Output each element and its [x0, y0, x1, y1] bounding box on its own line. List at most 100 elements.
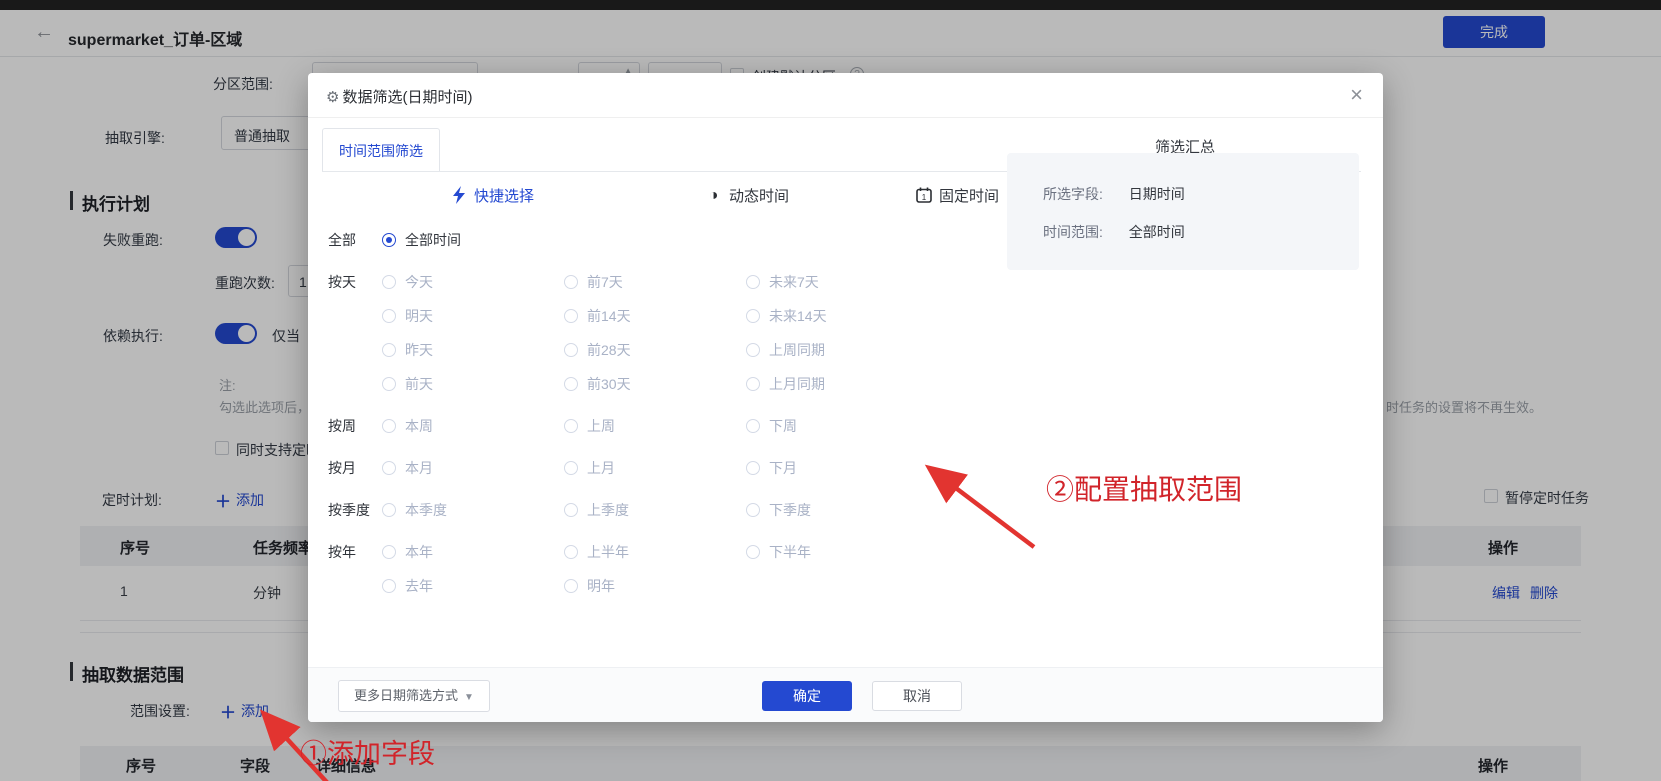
radio-option[interactable]: 去年 — [382, 576, 564, 596]
radio-icon[interactable] — [382, 233, 396, 247]
radio-option[interactable]: 上周 — [564, 416, 746, 436]
radio-option[interactable]: 本年 — [382, 542, 564, 562]
radio-icon[interactable] — [564, 579, 578, 593]
summary-field-label: 所选字段: — [1043, 186, 1103, 202]
close-icon[interactable]: × — [1350, 82, 1363, 108]
radio-option[interactable]: 昨天 — [382, 340, 564, 360]
filter-group: 按月本月 上月 下月 — [328, 451, 928, 485]
radio-option[interactable]: 今天 — [382, 272, 564, 292]
radio-option-label: 下半年 — [769, 542, 811, 562]
radio-option-label: 明年 — [587, 576, 615, 596]
radio-icon[interactable] — [746, 377, 760, 391]
radio-icon[interactable] — [746, 461, 760, 475]
mode-quick-select[interactable]: 快捷选择 — [450, 183, 534, 207]
radio-option-label: 本年 — [405, 542, 433, 562]
radio-option[interactable]: 前30天 — [564, 374, 746, 394]
radio-icon[interactable] — [382, 309, 396, 323]
radio-option[interactable]: 下月 — [746, 458, 928, 478]
annotation-step2: ②配置抽取范围 — [1046, 468, 1242, 508]
radio-icon[interactable] — [564, 377, 578, 391]
radio-option-label: 下季度 — [769, 500, 811, 520]
radio-option-label: 上月同期 — [769, 374, 825, 394]
modal-title: ⚙数据筛选(日期时间) — [326, 86, 472, 107]
radio-icon[interactable] — [382, 275, 396, 289]
radio-icon[interactable] — [382, 461, 396, 475]
filter-group: 全部全部时间 — [328, 223, 928, 257]
screen: ← supermarket_订单-区域 完成 分区范围: 选择开始时间, 结束时… — [0, 0, 1661, 781]
radio-option-label: 全部时间 — [405, 230, 461, 250]
quick-filter-grid: 全部全部时间按天今天前7天未来7天明天 前14天 未来14天昨天 前28天上周同期前天… — [328, 223, 928, 611]
annotation-step1: ①添加字段 — [300, 732, 435, 771]
radio-option[interactable]: 上月 — [564, 458, 746, 478]
summary-range-row: 时间范围: 全部时间 — [1043, 222, 1185, 242]
radio-option[interactable]: 本月 — [382, 458, 564, 478]
radio-option[interactable]: 下季度 — [746, 500, 928, 520]
radio-option[interactable]: 未来7天 — [746, 272, 928, 292]
filter-group-label: 按季度 — [328, 493, 382, 527]
radio-icon[interactable] — [382, 343, 396, 357]
radio-option[interactable]: 明天 — [382, 306, 564, 326]
radio-option-label: 去年 — [405, 576, 433, 596]
radio-option-label: 上季度 — [587, 500, 629, 520]
cancel-button[interactable]: 取消 — [872, 681, 962, 711]
radio-icon[interactable] — [564, 419, 578, 433]
tab-time-range-filter[interactable]: 时间范围筛选 — [322, 128, 440, 172]
radio-icon[interactable] — [564, 343, 578, 357]
radio-option[interactable]: 明年 — [564, 576, 746, 596]
radio-icon[interactable] — [382, 419, 396, 433]
radio-option-label: 前14天 — [587, 306, 631, 326]
filter-group-label: 按周 — [328, 409, 382, 443]
radio-option[interactable]: 上季度 — [564, 500, 746, 520]
radio-option-label: 本季度 — [405, 500, 447, 520]
radio-icon[interactable] — [382, 579, 396, 593]
radio-option-label: 昨天 — [405, 340, 433, 360]
radio-option-label: 前30天 — [587, 374, 631, 394]
radio-option[interactable]: 前天 — [382, 374, 564, 394]
radio-icon[interactable] — [564, 309, 578, 323]
radio-option[interactable]: 下周 — [746, 416, 928, 436]
radio-option[interactable]: 全部时间 — [382, 230, 564, 250]
radio-option[interactable]: 前28天 — [564, 340, 746, 360]
radio-icon[interactable] — [564, 275, 578, 289]
svg-text:1: 1 — [921, 193, 926, 202]
radio-icon[interactable] — [746, 275, 760, 289]
radio-option-label: 上半年 — [587, 542, 629, 562]
radio-icon[interactable] — [564, 545, 578, 559]
radio-icon[interactable] — [564, 461, 578, 475]
filter-group: 按季度 本季度 上季度 下季度 — [328, 493, 928, 527]
radio-option[interactable]: 上月同期 — [746, 374, 928, 394]
filter-group-label: 按月 — [328, 451, 382, 485]
radio-icon[interactable] — [746, 503, 760, 517]
radio-option[interactable]: 本季度 — [382, 500, 564, 520]
radio-icon[interactable] — [746, 309, 760, 323]
filter-group-label: 按年 — [328, 535, 382, 603]
summary-range-value: 全部时间 — [1129, 224, 1185, 240]
radio-option[interactable]: 本周 — [382, 416, 564, 436]
radio-icon[interactable] — [746, 545, 760, 559]
confirm-button[interactable]: 确定 — [762, 681, 852, 711]
radio-option[interactable]: 上半年 — [564, 542, 746, 562]
radio-icon[interactable] — [746, 343, 760, 357]
radio-option[interactable]: 前14天 — [564, 306, 746, 326]
modal-footer: 更多日期筛选方式▼ 确定 取消 — [308, 667, 1383, 722]
mode-dynamic-time[interactable]: ◑ 动态时间 — [705, 183, 789, 207]
radio-option[interactable]: 下半年 — [746, 542, 928, 562]
radio-icon[interactable] — [564, 503, 578, 517]
radio-option-label: 未来14天 — [769, 306, 827, 326]
radio-option-label: 下月 — [769, 458, 797, 478]
radio-option-label: 上月 — [587, 458, 615, 478]
radio-option-label: 下周 — [769, 416, 797, 436]
lightning-icon — [450, 187, 467, 204]
radio-icon[interactable] — [382, 503, 396, 517]
mode-fixed-time[interactable]: 1 固定时间 — [915, 183, 999, 207]
radio-icon[interactable] — [746, 419, 760, 433]
filter-group: 按天今天前7天未来7天明天 前14天 未来14天昨天 前28天上周同期前天 前30天 上月… — [328, 265, 928, 401]
radio-option[interactable]: 未来14天 — [746, 306, 928, 326]
radio-icon[interactable] — [382, 545, 396, 559]
radio-option-label: 前天 — [405, 374, 433, 394]
radio-option[interactable]: 上周同期 — [746, 340, 928, 360]
radio-option[interactable]: 前7天 — [564, 272, 746, 292]
more-date-filter-dropdown[interactable]: 更多日期筛选方式▼ — [338, 680, 490, 712]
filter-group-label: 按天 — [328, 265, 382, 401]
radio-icon[interactable] — [382, 377, 396, 391]
